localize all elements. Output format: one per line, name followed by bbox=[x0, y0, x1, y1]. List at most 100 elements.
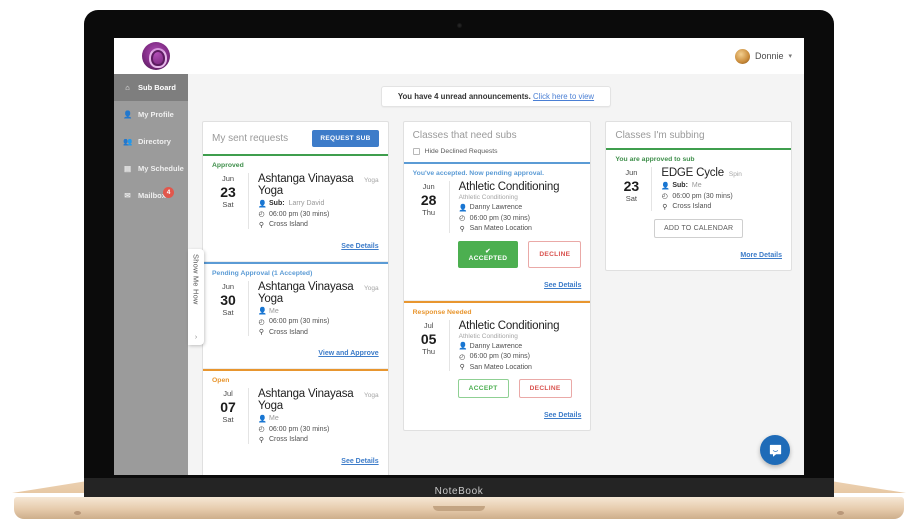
date-block: Jun 30 Sat bbox=[212, 281, 244, 318]
date-month: Jun bbox=[625, 168, 638, 177]
user-icon: 👤 bbox=[258, 308, 267, 315]
subbing-card: You are approved to sub Jun 23 Sat EDGE … bbox=[606, 148, 791, 270]
add-to-calendar-button[interactable]: ADD TO CALENDAR bbox=[654, 218, 744, 238]
base-foot-left bbox=[74, 511, 81, 515]
avatar bbox=[734, 48, 750, 64]
date-day: 05 bbox=[420, 330, 437, 347]
user-icon: 👤 bbox=[123, 110, 133, 119]
announcement-banner: You have 4 unread announcements. Click h… bbox=[380, 86, 612, 107]
status-badge: Approved bbox=[212, 162, 244, 169]
date-day: 30 bbox=[220, 291, 236, 308]
date-day: 23 bbox=[220, 184, 236, 201]
user-name: Donnie bbox=[754, 51, 784, 61]
status-badge: Open bbox=[212, 377, 230, 384]
user-menu[interactable]: Donnie ▾ bbox=[734, 48, 792, 64]
map-pin-icon: ⚲ bbox=[258, 221, 265, 229]
decline-button[interactable]: DECLINE bbox=[528, 240, 582, 268]
more-details-link[interactable]: More Details bbox=[740, 252, 782, 259]
class-location: San Mateo Location bbox=[469, 225, 532, 232]
panel-header: Classes that need subs bbox=[404, 122, 591, 148]
sidebar-item-label: My Schedule bbox=[138, 164, 184, 173]
hide-declined-requests-checkbox[interactable]: Hide Declined Requests bbox=[404, 148, 591, 162]
panel-title: Classes that need subs bbox=[412, 130, 517, 141]
dashboard-columns: My sent requests REQUEST SUB Approved Ju… bbox=[188, 107, 804, 475]
envelope-icon: ✉ bbox=[124, 191, 131, 200]
checkbox-icon[interactable] bbox=[412, 148, 420, 155]
class-location: Cross Island bbox=[672, 203, 712, 210]
map-pin-icon: ⚲ bbox=[258, 329, 265, 336]
base-notch bbox=[433, 506, 485, 511]
instructor-meta: 👤 Danny Lawrence bbox=[458, 342, 582, 351]
date-month: Jun bbox=[221, 174, 235, 183]
panel-title: Classes I'm subbing bbox=[615, 130, 705, 141]
decline-button[interactable]: DECLINE bbox=[518, 379, 572, 398]
announcement-link[interactable]: Click here to view bbox=[533, 92, 594, 101]
instructor-name: Danny Lawrence bbox=[469, 204, 523, 211]
sidebar-item-my-profile[interactable]: 👤 My Profile bbox=[114, 101, 188, 128]
webcam-icon bbox=[456, 23, 462, 28]
see-details-link[interactable]: See Details bbox=[341, 243, 378, 250]
date-block: Jun 23 Sat bbox=[212, 173, 244, 210]
time-meta: ◴ 06:00 pm (30 mins) bbox=[459, 353, 582, 361]
need-sub-card: You've accepted. Now pending approval. J… bbox=[403, 162, 591, 301]
sidebar-item-mailbox[interactable]: ✉ Mailbox 4 bbox=[114, 182, 188, 209]
accepted-button[interactable]: ✔ ACCEPTED bbox=[457, 240, 519, 268]
class-subtitle: Athletic Conditioning bbox=[458, 332, 518, 340]
device-label: NoteBook bbox=[434, 485, 484, 497]
announcement-bar: You have 4 unread announcements. Click h… bbox=[188, 74, 804, 107]
see-details-link[interactable]: See Details bbox=[544, 282, 581, 289]
panel-title: My sent requests bbox=[212, 133, 289, 144]
class-time: 06:00 pm (30 mins) bbox=[469, 214, 530, 222]
class-tag: Spin bbox=[728, 171, 742, 178]
sidebar-item-directory[interactable]: 👥 Directory bbox=[114, 128, 188, 155]
panther-logo-icon[interactable] bbox=[142, 42, 170, 70]
home-icon: ⌂ bbox=[125, 83, 130, 92]
laptop-illustration: Donnie ▾ ⌂ Sub Board 👤 My Profile 👥 Dire… bbox=[0, 0, 918, 531]
user-icon: 👤 bbox=[258, 415, 267, 423]
sub-meta: 👤 Me bbox=[258, 415, 379, 423]
date-block: Jun 28 Thu bbox=[413, 181, 445, 218]
class-time: 06:00 pm (30 mins) bbox=[269, 318, 330, 325]
chevron-right-icon: › bbox=[194, 334, 198, 341]
date-weekday: Thu bbox=[422, 346, 436, 356]
instructor-meta: 👤 Danny Lawrence bbox=[459, 204, 582, 212]
date-month: Jul bbox=[423, 320, 434, 330]
chat-bubble-icon[interactable] bbox=[760, 435, 790, 465]
clock-icon: ◴ bbox=[459, 215, 466, 222]
location-meta: ⚲ Cross Island bbox=[258, 221, 379, 229]
time-meta: ◴ 06:00 pm (30 mins) bbox=[258, 210, 379, 219]
location-meta: ⚲ Cross Island bbox=[258, 328, 379, 337]
class-subtitle: Athletic Conditioning bbox=[458, 194, 518, 201]
clock-icon: ◴ bbox=[258, 318, 265, 326]
sidebar-item-label: Sub Board bbox=[138, 83, 176, 92]
app-topbar: Donnie ▾ bbox=[114, 38, 804, 74]
sub-name: Me bbox=[691, 182, 702, 189]
date-weekday: Thu bbox=[422, 208, 436, 218]
location-meta: ⚲ San Mateo Location bbox=[459, 225, 582, 233]
sub-meta: 👤 Sub: Me bbox=[661, 182, 782, 190]
class-name: Athletic Conditioning bbox=[458, 319, 560, 332]
sidebar-item-sub-board[interactable]: ⌂ Sub Board bbox=[114, 74, 188, 101]
panel-sent-requests: My sent requests REQUEST SUB Approved Ju… bbox=[202, 121, 389, 475]
see-details-link[interactable]: See Details bbox=[341, 458, 378, 465]
class-location: San Mateo Location bbox=[469, 363, 532, 371]
see-details-link[interactable]: See Details bbox=[544, 412, 581, 419]
sent-request-card: Approved Jun 23 Sat Ashtanga Vinayasa Yo… bbox=[203, 154, 388, 262]
date-weekday: Sat bbox=[222, 307, 234, 317]
sidebar: ⌂ Sub Board 👤 My Profile 👥 Directory ▤ M… bbox=[114, 74, 188, 475]
status-badge: Response Needed bbox=[412, 308, 472, 316]
class-time: 06:00 pm (30 mins) bbox=[469, 353, 530, 360]
hide-declined-label: Hide Declined Requests bbox=[424, 148, 498, 155]
sidebar-item-my-schedule[interactable]: ▤ My Schedule bbox=[114, 155, 188, 182]
show-me-how-tab[interactable]: Show Me How › bbox=[188, 249, 204, 345]
date-weekday: Sat bbox=[222, 415, 234, 425]
user-icon: 👤 bbox=[458, 343, 468, 350]
accept-button[interactable]: ACCEPT bbox=[457, 379, 509, 398]
view-and-approve-link[interactable]: View and Approve bbox=[318, 350, 378, 357]
time-meta: ◴ 06:00 pm (30 mins) bbox=[661, 192, 782, 201]
class-location: Cross Island bbox=[269, 328, 308, 336]
class-tag: Yoga bbox=[364, 284, 379, 292]
column-sent-requests: My sent requests REQUEST SUB Approved Ju… bbox=[202, 121, 389, 475]
time-meta: ◴ 06:00 pm (30 mins) bbox=[258, 318, 379, 326]
request-sub-button[interactable]: REQUEST SUB bbox=[312, 130, 379, 147]
